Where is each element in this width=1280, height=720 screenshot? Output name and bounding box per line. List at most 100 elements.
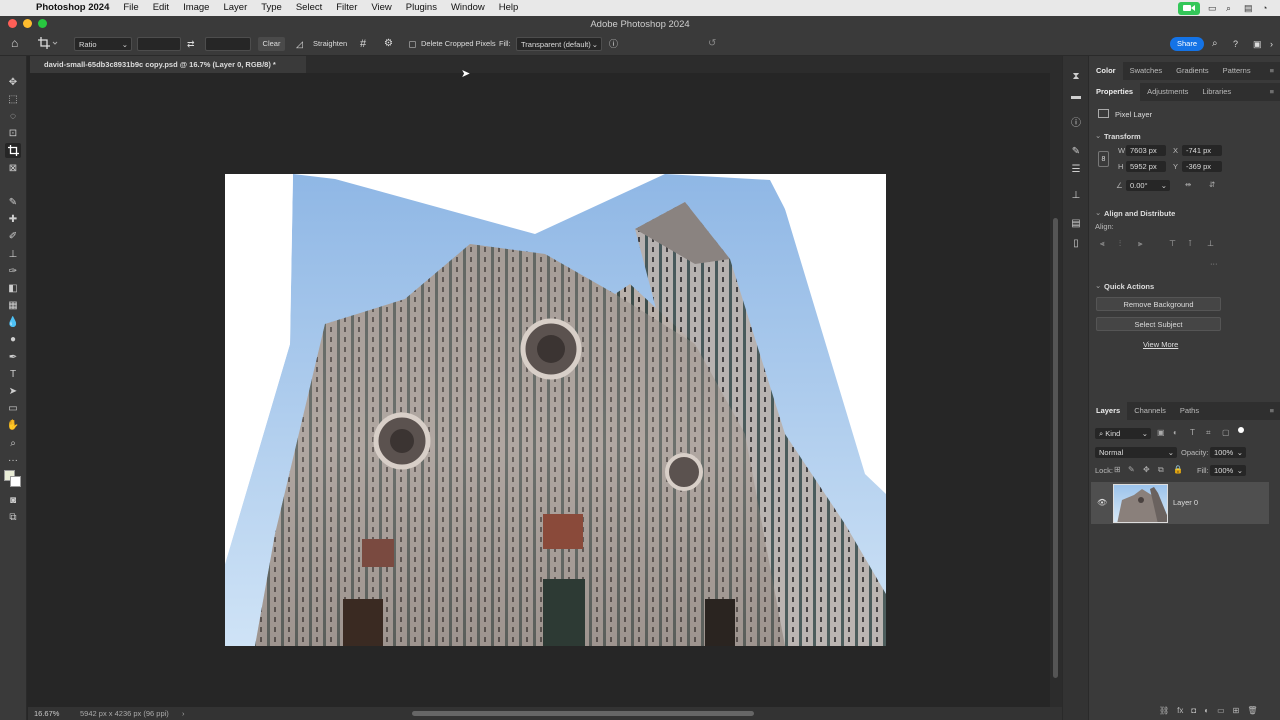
panel-menu-icon[interactable]: ≡ <box>1270 402 1274 420</box>
panel-menu-icon[interactable]: ≡ <box>1270 83 1274 101</box>
layer-comps-icon[interactable]: ▤ <box>1070 218 1082 230</box>
align-left-icon[interactable]: ⫷ <box>1100 239 1109 248</box>
clone-stamp-tool-icon[interactable]: ⊥ <box>5 247 21 262</box>
brush-settings-icon[interactable]: ✎ <box>1070 146 1082 158</box>
width-input[interactable]: 7603 px <box>1126 145 1166 156</box>
more-icon[interactable]: › <box>1270 37 1278 51</box>
spotlight-search-icon[interactable]: ⌕ <box>1226 3 1236 13</box>
fill-input[interactable]: 100% ⌄ <box>1210 465 1246 476</box>
align-bottom-icon[interactable]: ⊥ <box>1207 239 1216 248</box>
marquee-tool-icon[interactable]: ⬚ <box>5 92 21 107</box>
opacity-input[interactable]: 100% ⌄ <box>1210 447 1246 458</box>
lock-artboard-icon[interactable]: ⧉ <box>1158 465 1164 475</box>
reset-icon[interactable]: ↺ <box>708 37 720 51</box>
menu-select[interactable]: Select <box>296 0 322 16</box>
zoom-window-button[interactable] <box>38 19 47 28</box>
align-right-icon[interactable]: ⫸ <box>1138 239 1147 248</box>
blur-tool-icon[interactable]: 💧 <box>5 315 21 330</box>
object-selection-tool-icon[interactable]: ⊡ <box>5 126 21 141</box>
layer-row[interactable]: 👁 Layer 0 <box>1091 482 1269 524</box>
flip-vertical-icon[interactable]: ⇵ <box>1209 180 1215 189</box>
search-icon[interactable]: ⌕ <box>1212 37 1224 51</box>
screen-mode-icon[interactable]: ⧉ <box>5 510 21 525</box>
menu-plugins[interactable]: Plugins <box>406 0 437 16</box>
filter-pixel-icon[interactable]: ▣ <box>1157 428 1165 437</box>
zoom-tool-icon[interactable]: ⌕ <box>5 436 21 451</box>
workspace-icon[interactable]: ▣ <box>1253 37 1265 51</box>
remove-background-button[interactable]: Remove Background <box>1096 297 1221 311</box>
add-mask-icon[interactable]: ◘ <box>1191 706 1196 715</box>
tab-channels[interactable]: Channels <box>1127 402 1173 420</box>
tab-paths[interactable]: Paths <box>1173 402 1206 420</box>
edit-toolbar-icon[interactable]: ··· <box>5 453 21 468</box>
link-layers-icon[interactable]: ⛓ <box>1159 706 1169 715</box>
x-input[interactable]: -741 px <box>1182 145 1222 156</box>
select-subject-button[interactable]: Select Subject <box>1096 317 1221 331</box>
document-canvas-image[interactable] <box>225 174 886 646</box>
type-tool-icon[interactable]: T <box>5 367 21 382</box>
more-options-icon[interactable]: ··· <box>1210 259 1218 268</box>
new-group-icon[interactable]: ▭ <box>1217 706 1225 715</box>
flip-horizontal-icon[interactable]: ⇹ <box>1185 180 1191 189</box>
comments-icon[interactable]: ▬ <box>1070 91 1082 103</box>
new-layer-icon[interactable]: ⊞ <box>1233 706 1240 715</box>
gradient-tool-icon[interactable]: ▦ <box>5 298 21 313</box>
view-more-link[interactable]: View More <box>1143 340 1178 349</box>
crop-tool-icon[interactable] <box>5 143 21 158</box>
info-panel-icon[interactable]: ⓘ <box>1070 118 1082 130</box>
angle-input[interactable]: 0.00° ⌄ <box>1126 180 1170 191</box>
quick-mask-icon[interactable]: ◙ <box>5 493 21 508</box>
tab-color[interactable]: Color <box>1089 62 1123 80</box>
align-center-h-icon[interactable]: ⫶ <box>1119 239 1128 248</box>
straighten-label[interactable]: Straighten <box>313 37 353 51</box>
straighten-icon[interactable]: ◿ <box>296 37 308 51</box>
swap-icon[interactable]: ⇄ <box>187 37 199 51</box>
filter-toggle-icon[interactable] <box>1238 427 1244 433</box>
tab-layers[interactable]: Layers <box>1089 402 1128 420</box>
link-icon[interactable]: 8 <box>1098 151 1109 167</box>
healing-brush-tool-icon[interactable]: ✚ <box>5 212 21 227</box>
adjustments-icon[interactable]: ☰ <box>1070 164 1082 176</box>
canvas-area[interactable] <box>28 73 1050 707</box>
vertical-scroll-thumb[interactable] <box>1053 218 1058 678</box>
eye-icon[interactable]: 👁 <box>1097 498 1107 507</box>
zoom-level[interactable]: 16.67% <box>34 707 59 720</box>
menu-window[interactable]: Window <box>451 0 485 16</box>
filter-type-icon[interactable]: T <box>1190 428 1195 437</box>
hand-tool-icon[interactable]: ✋ <box>5 418 21 433</box>
filter-shape-icon[interactable]: ⌗ <box>1206 428 1211 438</box>
control-center-icon[interactable]: ▭ <box>1208 3 1218 13</box>
menu-filter[interactable]: Filter <box>336 0 357 16</box>
user-icon[interactable]: ◔ <box>1262 3 1272 13</box>
share-button[interactable]: Share <box>1170 37 1204 51</box>
layer-name[interactable]: Layer 0 <box>1173 498 1198 507</box>
chevron-down-icon[interactable]: ⌄ <box>1095 208 1101 217</box>
notes-icon[interactable]: ▯ <box>1070 238 1082 250</box>
tab-patterns[interactable]: Patterns <box>1216 62 1258 80</box>
fill-dropdown[interactable]: Transparent (default) ⌄ <box>516 37 602 51</box>
path-selection-tool-icon[interactable]: ➤ <box>5 384 21 399</box>
lock-transparent-icon[interactable]: ⊞ <box>1114 465 1121 474</box>
info-icon[interactable]: ⓘ <box>609 37 621 51</box>
delete-cropped-checkbox[interactable] <box>409 41 416 48</box>
frame-tool-icon[interactable]: ⊠ <box>5 161 21 176</box>
tab-swatches[interactable]: Swatches <box>1123 62 1170 80</box>
tab-properties[interactable]: Properties <box>1089 83 1141 101</box>
align-top-icon[interactable]: ⊤ <box>1169 239 1178 248</box>
trash-icon[interactable]: 🗑 <box>1247 706 1257 715</box>
lock-position-icon[interactable]: ✥ <box>1143 465 1150 474</box>
ratio-width-input[interactable] <box>137 37 181 51</box>
facetime-icon[interactable] <box>1178 1 1200 15</box>
menu-extra-icon[interactable]: ▤ <box>1244 3 1254 13</box>
minimize-window-button[interactable] <box>23 19 32 28</box>
close-window-button[interactable] <box>8 19 17 28</box>
tab-gradients[interactable]: Gradients <box>1169 62 1216 80</box>
help-icon[interactable]: ? <box>1233 37 1245 51</box>
new-adjustment-icon[interactable]: ◐ <box>1204 706 1209 715</box>
history-icon[interactable]: ⧗ <box>1070 71 1082 83</box>
y-input[interactable]: -369 px <box>1182 161 1222 172</box>
brush-tool-icon[interactable]: ✐ <box>5 229 21 244</box>
history-brush-tool-icon[interactable]: ✑ <box>5 264 21 279</box>
filter-smart-object-icon[interactable]: ▢ <box>1222 428 1230 437</box>
crop-tool-preset-icon[interactable] <box>38 37 60 51</box>
